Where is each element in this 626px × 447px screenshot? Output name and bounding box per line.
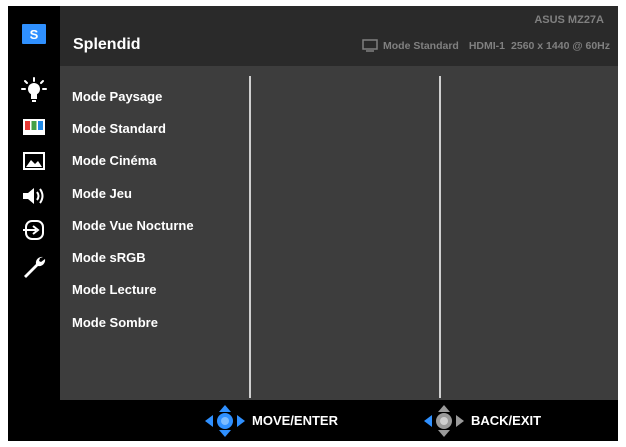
sidebar-item-blue-light-filter[interactable] xyxy=(14,73,54,107)
move-enter-hint: MOVE/ENTER xyxy=(204,400,338,441)
sidebar-item-splendid[interactable]: S xyxy=(16,20,52,48)
mode-item-paysage[interactable]: Mode Paysage xyxy=(72,80,247,112)
sidebar-item-image[interactable] xyxy=(14,144,54,178)
status-bar: Mode Standard HDMI-1 2560 x 1440 @ 60Hz xyxy=(362,39,610,52)
sidebar: S xyxy=(8,6,60,400)
column-divider xyxy=(439,76,441,398)
sidebar-item-system-setup[interactable] xyxy=(14,250,54,284)
status-current-mode: Mode Standard xyxy=(383,39,459,52)
mode-item-lecture[interactable]: Mode Lecture xyxy=(72,274,247,306)
header: ASUS MZ27A Splendid Mode Standard HDMI-1… xyxy=(60,6,618,66)
mode-item-standard[interactable]: Mode Standard xyxy=(72,112,247,144)
splendid-icon: S xyxy=(22,24,46,44)
splendid-icon-label: S xyxy=(29,26,39,42)
footer: MOVE/ENTER BACK/EXIT xyxy=(8,400,618,441)
mode-item-sombre[interactable]: Mode Sombre xyxy=(72,306,247,338)
image-icon xyxy=(23,152,45,170)
monitor-icon xyxy=(362,39,378,52)
status-input: HDMI-1 xyxy=(468,39,506,52)
color-bars-icon xyxy=(23,119,45,135)
joystick-move-icon xyxy=(205,404,245,437)
move-enter-label: MOVE/ENTER xyxy=(252,413,338,428)
sidebar-item-color[interactable] xyxy=(14,110,54,144)
model-name: ASUS MZ27A xyxy=(534,14,604,26)
status-resolution: 2560 x 1440 @ 60Hz xyxy=(511,39,610,52)
back-exit-hint: BACK/EXIT xyxy=(423,400,541,441)
joystick-back-icon xyxy=(424,404,464,437)
input-icon xyxy=(23,220,44,240)
osd-menu: S ASUS MZ27A Splendid Mode Standard HDMI… xyxy=(8,6,618,441)
mode-item-jeu[interactable]: Mode Jeu xyxy=(72,177,247,209)
mode-item-vue-nocturne[interactable]: Mode Vue Nocturne xyxy=(72,209,247,241)
back-exit-label: BACK/EXIT xyxy=(471,413,542,428)
mode-list: Mode Paysage Mode Standard Mode Cinéma M… xyxy=(72,80,247,338)
lightbulb-icon xyxy=(21,77,47,102)
page-title: Splendid xyxy=(73,36,141,53)
sidebar-item-sound[interactable] xyxy=(14,179,54,213)
content-panel: Mode Paysage Mode Standard Mode Cinéma M… xyxy=(60,66,618,400)
mode-item-cinema[interactable]: Mode Cinéma xyxy=(72,145,247,177)
wrench-icon xyxy=(24,256,46,278)
mode-item-srgb[interactable]: Mode sRGB xyxy=(72,241,247,273)
column-divider xyxy=(249,76,251,398)
sidebar-item-input-select[interactable] xyxy=(14,213,54,247)
speaker-icon xyxy=(23,188,44,204)
